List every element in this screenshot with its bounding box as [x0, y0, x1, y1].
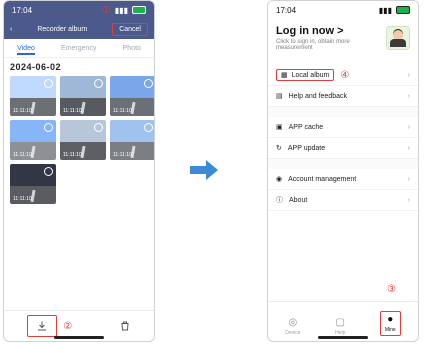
back-icon[interactable]: ‹ — [10, 26, 12, 33]
menu-divider — [268, 107, 418, 117]
album-tabs: Video Emergency Photo — [4, 39, 154, 58]
select-icon[interactable] — [144, 123, 153, 132]
settings-menu: ▦ Local album ④ › ▤ Help and feedback › … — [268, 65, 418, 211]
select-icon[interactable] — [94, 123, 103, 132]
signal-icon: ▮▮▮ — [378, 5, 392, 15]
status-icons-left: ① ▮▮▮ — [102, 5, 146, 16]
thumbnail-5[interactable]: 11:11:10 — [60, 120, 106, 160]
tab-mine-label: Mine — [384, 327, 396, 333]
local-album-label: Local album — [291, 71, 330, 79]
tab-mine[interactable]: ● Mine — [379, 311, 401, 336]
album-icon: ▦ — [281, 72, 288, 79]
left-navbar: ‹ Recorder album Cancel — [4, 19, 154, 39]
menu-about[interactable]: ⓘ About › — [268, 190, 418, 211]
cancel-button[interactable]: Cancel — [112, 22, 148, 36]
menu-app-cache[interactable]: ▣ APP cache › — [268, 117, 418, 138]
help-icon: ▢ — [335, 317, 345, 328]
app-update-label: APP update — [287, 144, 326, 152]
menu-help-feedback[interactable]: ▤ Help and feedback › — [268, 86, 418, 107]
select-icon[interactable] — [144, 79, 153, 88]
thumbnail-7[interactable]: 11:11:10 — [10, 164, 56, 204]
chevron-right-icon: › — [407, 175, 410, 183]
tab-device-label: Device — [285, 330, 301, 336]
user-icon: ● — [387, 314, 394, 325]
download-icon[interactable] — [27, 315, 58, 337]
cache-icon: ▣ — [276, 124, 283, 131]
status-bar-left: 17:04 ① ▮▮▮ — [4, 1, 154, 19]
chevron-right-icon: › — [407, 123, 410, 131]
menu-account-management[interactable]: ◉ Account management › — [268, 169, 418, 190]
home-indicator-left — [54, 336, 104, 339]
help-feedback-label: Help and feedback — [288, 92, 348, 100]
thumbnail-3[interactable]: 11:11:10 — [110, 76, 154, 116]
status-time-right: 17:04 — [276, 5, 297, 15]
annotation-3: ③ — [387, 284, 396, 295]
account-management-label: Account management — [288, 175, 357, 183]
left-phone-screen: 17:04 ① ▮▮▮ ‹ Recorder album Cancel Vide… — [3, 0, 155, 342]
login-subtitle: Click to sign in, obtain more measuremen… — [276, 39, 350, 51]
info-icon: ⓘ — [276, 197, 283, 204]
thumbnail-time: 11:11:10 — [13, 152, 32, 158]
select-icon[interactable] — [94, 79, 103, 88]
chevron-right-icon: › — [407, 196, 410, 204]
thumbnail-6[interactable]: 11:11:10 — [110, 120, 154, 160]
thumbnail-time: 11:11:10 — [63, 152, 82, 158]
tab-device[interactable]: ◎ Device — [285, 317, 300, 336]
home-indicator-right — [318, 336, 368, 339]
select-icon[interactable] — [44, 123, 53, 132]
thumbnail-1[interactable]: 11:11:10 — [10, 76, 56, 116]
annotation-2: ② — [63, 320, 73, 332]
battery-icon — [132, 6, 146, 14]
account-icon: ◉ — [276, 176, 283, 183]
status-icons-right: ▮▮▮ — [379, 6, 410, 15]
tab-video[interactable]: Video — [17, 45, 35, 55]
login-section[interactable]: Log in now > Click to sign in, obtain mo… — [268, 19, 418, 57]
select-icon[interactable] — [44, 167, 53, 176]
thumbnail-time: 11:11:10 — [63, 108, 82, 114]
select-icon[interactable] — [44, 79, 53, 88]
help-icon: ▤ — [276, 93, 283, 100]
date-heading: 2024-06-02 — [10, 62, 62, 72]
status-time-left: 17:04 — [12, 5, 33, 15]
chevron-right-icon: › — [407, 144, 410, 152]
thumbnail-4[interactable]: 11:11:10 — [10, 120, 56, 160]
thumbnail-grid: 11:11:10 11:11:10 11:11:10 11:11:10 11:1… — [4, 76, 154, 204]
right-phone-screen: 17:04 ▮▮▮ Log in now > Click to sign in,… — [267, 0, 419, 342]
thumbnail-2[interactable]: 11:11:10 — [60, 76, 106, 116]
thumbnail-time: 11:11:10 — [113, 108, 132, 114]
app-cache-label: APP cache — [288, 123, 324, 131]
device-icon: ◎ — [288, 317, 298, 328]
signal-icon: ▮▮▮ — [114, 5, 128, 15]
thumbnail-time: 11:11:10 — [13, 196, 32, 202]
left-title: Recorder album — [37, 25, 88, 33]
annotation-4: ④ — [340, 69, 350, 81]
chevron-right-icon: › — [407, 71, 410, 79]
menu-local-album[interactable]: ▦ Local album ④ › — [268, 65, 418, 86]
status-bar-right: 17:04 ▮▮▮ — [268, 1, 418, 19]
about-label: About — [289, 196, 308, 204]
avatar[interactable] — [386, 26, 410, 50]
thumbnail-time: 11:11:10 — [13, 108, 32, 114]
tab-emergency[interactable]: Emergency — [61, 45, 96, 52]
arrow-right-icon — [190, 160, 218, 180]
battery-icon — [396, 6, 410, 14]
local-album-highlight: ▦ Local album — [276, 69, 335, 81]
tab-photo[interactable]: Photo — [123, 45, 141, 52]
tab-help[interactable]: ▢ Help — [335, 317, 345, 336]
thumbnail-time: 11:11:10 — [113, 152, 132, 158]
login-title[interactable]: Log in now > — [276, 25, 386, 37]
bottom-tab-bar: ◎ Device ▢ Help ● Mine — [268, 301, 418, 341]
menu-app-update[interactable]: ↻ APP update › — [268, 138, 418, 159]
chevron-right-icon: › — [407, 92, 410, 100]
update-icon: ↻ — [276, 145, 282, 152]
trash-icon[interactable] — [119, 320, 131, 332]
menu-divider — [268, 159, 418, 169]
annotation-1: ① — [101, 4, 111, 16]
